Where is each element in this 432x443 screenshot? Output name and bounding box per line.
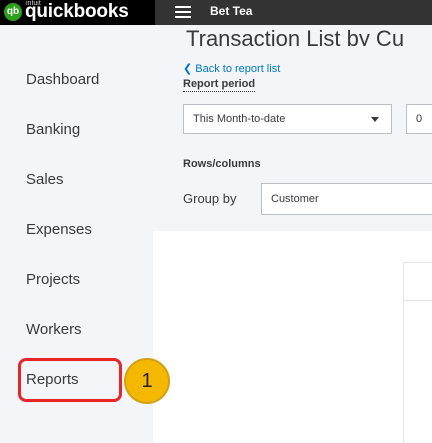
- report-period-label: Report period: [183, 78, 256, 92]
- report-period-value: This Month-to-date: [193, 113, 286, 125]
- period-start-value: 0: [416, 113, 423, 125]
- nav-item-expenses[interactable]: Expenses: [0, 209, 153, 249]
- period-start-date-field[interactable]: 0: [406, 104, 432, 134]
- nav-item-sales[interactable]: Sales: [0, 159, 153, 199]
- group-by-select[interactable]: Customer: [261, 183, 432, 215]
- hamburger-menu-icon[interactable]: [175, 6, 191, 18]
- page-title: Transaction List by Cu: [186, 26, 405, 46]
- quickbooks-logo[interactable]: qb intuit quickbooks: [0, 0, 155, 25]
- rows-columns-label: Rows/columns: [183, 158, 261, 170]
- group-by-value: Customer: [271, 193, 319, 205]
- group-by-label: Group by: [183, 191, 237, 206]
- qb-logo-icon: qb: [4, 3, 22, 21]
- report-panel: [153, 231, 432, 443]
- report-table-edge: [403, 262, 432, 443]
- report-table-divider: [404, 300, 432, 301]
- company-name: Bet Tea: [210, 4, 253, 18]
- report-period-select[interactable]: This Month-to-date: [183, 104, 392, 134]
- nav-item-dashboard[interactable]: Dashboard: [0, 59, 153, 99]
- step-number-badge: 1: [124, 358, 170, 404]
- back-to-report-list-link[interactable]: ❮ Back to report list: [183, 62, 280, 75]
- nav-item-projects[interactable]: Projects: [0, 259, 153, 299]
- nav-item-banking[interactable]: Banking: [0, 109, 153, 149]
- logo-wordmark: quickbooks: [25, 1, 129, 22]
- reports-highlight-box: [18, 358, 122, 402]
- nav-item-workers[interactable]: Workers: [0, 309, 153, 349]
- dropdown-caret-icon: [371, 117, 379, 122]
